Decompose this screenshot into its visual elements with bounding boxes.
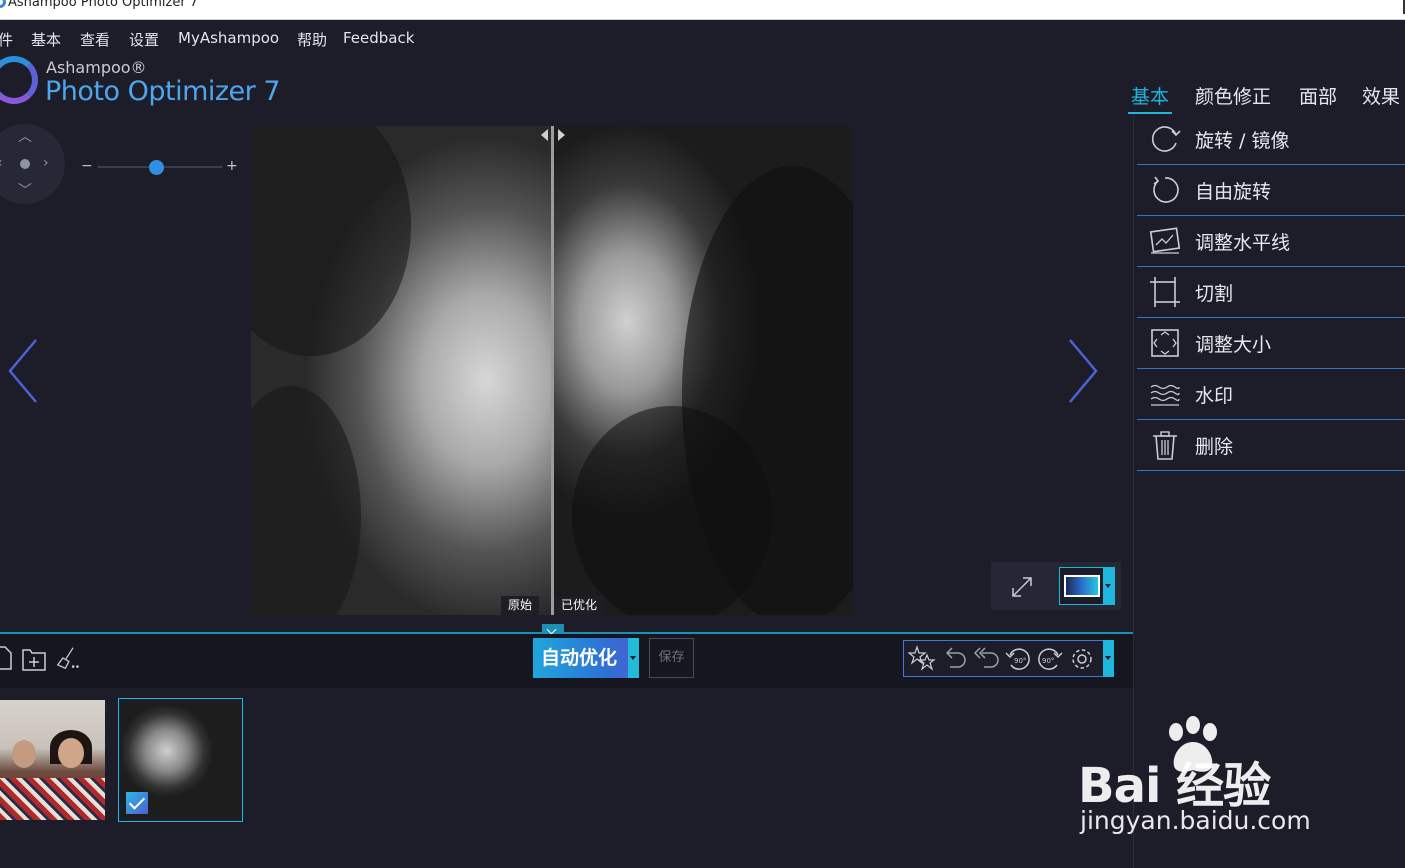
zoom-out-button[interactable]: −	[81, 158, 93, 174]
menu-feedback[interactable]: Feedback	[343, 29, 414, 47]
thumbnail-content	[58, 738, 84, 768]
logo-icon	[0, 56, 38, 104]
panel-item-label: 删除	[1195, 436, 1234, 458]
auto-optimize-label: 自动优化	[541, 647, 618, 669]
quick-tools-dropdown-icon[interactable]	[1103, 640, 1114, 677]
watermark-icon	[1150, 384, 1180, 406]
bottom-toolbar: 自动优化 保存 90° 90°	[0, 634, 1133, 688]
next-image-arrow-icon[interactable]	[1062, 336, 1102, 406]
menu-settings[interactable]: 设置	[129, 29, 159, 50]
add-file-icon[interactable]	[0, 644, 14, 672]
thumbnail-content	[12, 740, 36, 768]
window-edge	[1395, 0, 1405, 14]
logo-brand: Ashampoo®	[46, 58, 147, 77]
panel-item-free-rotate[interactable]: 自由旋转	[1137, 165, 1405, 216]
pan-up-icon[interactable]: ︿	[18, 130, 32, 144]
menu-basic[interactable]: 基本	[31, 29, 61, 50]
hair-shape	[251, 386, 361, 615]
menu-file[interactable]: 件	[0, 29, 13, 50]
app-header: Ashampoo® Photo Optimizer 7 基本 颜色修正 面部 效…	[0, 54, 1405, 114]
panel-item-label: 调整大小	[1195, 334, 1272, 356]
clear-list-icon[interactable]	[56, 644, 80, 672]
previous-image-arrow-icon[interactable]	[4, 336, 44, 406]
free-rotate-icon	[1153, 176, 1179, 203]
app-icon	[0, 0, 6, 8]
zoom-slider-thumb[interactable]	[148, 160, 164, 175]
pan-right-icon[interactable]: ›	[43, 156, 49, 170]
svg-text:90°: 90°	[1014, 657, 1026, 665]
tab-color-correction[interactable]: 颜色修正	[1195, 82, 1271, 109]
thumbnail-content	[0, 778, 105, 820]
undo-all-icon[interactable]	[972, 645, 1000, 673]
image-viewer: ︿ ﹀ ‹ › − +	[0, 114, 1133, 632]
menu-help[interactable]: 帮助	[297, 29, 327, 50]
original-label: 原始	[501, 596, 540, 615]
split-view-icon	[1064, 575, 1100, 597]
tab-face[interactable]: 面部	[1299, 82, 1337, 109]
filmstrip	[0, 688, 1133, 868]
tools-panel: 旋转 / 镜像 自由旋转 调整水平线 切割 调整大小 水印 删除	[1133, 114, 1405, 868]
favorites-stars-icon[interactable]	[908, 645, 936, 673]
horizon-icon	[1149, 227, 1181, 254]
rotate-left-90-icon[interactable]: 90°	[1004, 645, 1032, 673]
thumbnail-image	[122, 702, 239, 818]
crop-icon	[1150, 277, 1180, 307]
pan-down-icon[interactable]: ﹀	[18, 184, 32, 198]
fullscreen-icon[interactable]	[1007, 572, 1037, 602]
panel-item-label: 切割	[1195, 283, 1234, 305]
trash-icon	[1153, 431, 1177, 460]
hair-shape	[572, 406, 772, 615]
window-title: Ashampoo Photo Optimizer 7	[8, 0, 199, 10]
panel-item-delete[interactable]: 删除	[1137, 420, 1405, 471]
title-bar: Ashampoo Photo Optimizer 7	[0, 0, 1405, 20]
svg-text:90°: 90°	[1042, 657, 1054, 665]
auto-optimize-button[interactable]: 自动优化	[533, 638, 639, 678]
compare-divider[interactable]	[551, 126, 554, 615]
panel-item-watermark[interactable]: 水印	[1137, 369, 1405, 420]
pan-center-icon[interactable]	[20, 159, 30, 169]
panel-item-horizon[interactable]: 调整水平线	[1137, 216, 1405, 267]
collapse-filmstrip-icon[interactable]	[542, 624, 564, 634]
tab-basic[interactable]: 基本	[1131, 82, 1169, 109]
menu-view[interactable]: 查看	[80, 29, 110, 50]
undo-icon[interactable]	[940, 645, 968, 673]
optimized-label: 已优化	[554, 596, 605, 615]
pan-left-icon[interactable]: ‹	[0, 156, 3, 170]
hair-shape	[251, 126, 411, 356]
compare-mode-dropdown-icon[interactable]	[1103, 568, 1114, 604]
panel-item-crop[interactable]: 切割	[1137, 267, 1405, 318]
add-folder-icon[interactable]	[22, 644, 46, 672]
compare-mode-button[interactable]	[1059, 567, 1115, 605]
app-window: Ashampoo Photo Optimizer 7 件 基本 查看 设置 My…	[0, 0, 1405, 868]
rotate-mirror-icon	[1151, 126, 1181, 152]
gear-icon[interactable]	[1068, 645, 1096, 673]
tab-effects[interactable]: 效果	[1362, 82, 1400, 109]
zoom-in-button[interactable]: +	[226, 158, 238, 174]
thumbnail-2-selected[interactable]	[118, 698, 243, 822]
panel-item-rotate-mirror[interactable]: 旋转 / 镜像	[1137, 114, 1405, 165]
panel-item-label: 自由旋转	[1195, 181, 1272, 203]
save-button[interactable]: 保存	[649, 638, 694, 678]
optimized-image	[552, 126, 853, 615]
photo-preview[interactable]: 原始 已优化	[251, 126, 853, 615]
thumbnail-1[interactable]	[0, 700, 105, 820]
auto-optimize-dropdown-icon[interactable]	[628, 638, 639, 678]
menu-bar: 件 基本 查看 设置 MyAshampoo 帮助 Feedback	[0, 20, 1405, 54]
view-tools	[991, 562, 1121, 610]
panel-item-label: 旋转 / 镜像	[1195, 130, 1290, 152]
logo-product: Photo Optimizer 7	[45, 76, 281, 107]
pan-control[interactable]: ︿ ﹀ ‹ ›	[0, 124, 65, 204]
resize-icon	[1151, 329, 1179, 357]
panel-item-label: 水印	[1195, 385, 1234, 407]
rotate-right-90-icon[interactable]: 90°	[1036, 645, 1064, 673]
selected-checkbox-icon[interactable]	[126, 792, 148, 814]
menu-myashampoo[interactable]: MyAshampoo	[178, 29, 279, 47]
panel-item-resize[interactable]: 调整大小	[1137, 318, 1405, 369]
compare-handle-icon[interactable]	[539, 128, 567, 142]
panel-item-label: 调整水平线	[1195, 232, 1291, 254]
original-image	[251, 126, 552, 615]
quick-edit-tools: 90° 90°	[903, 640, 1114, 677]
